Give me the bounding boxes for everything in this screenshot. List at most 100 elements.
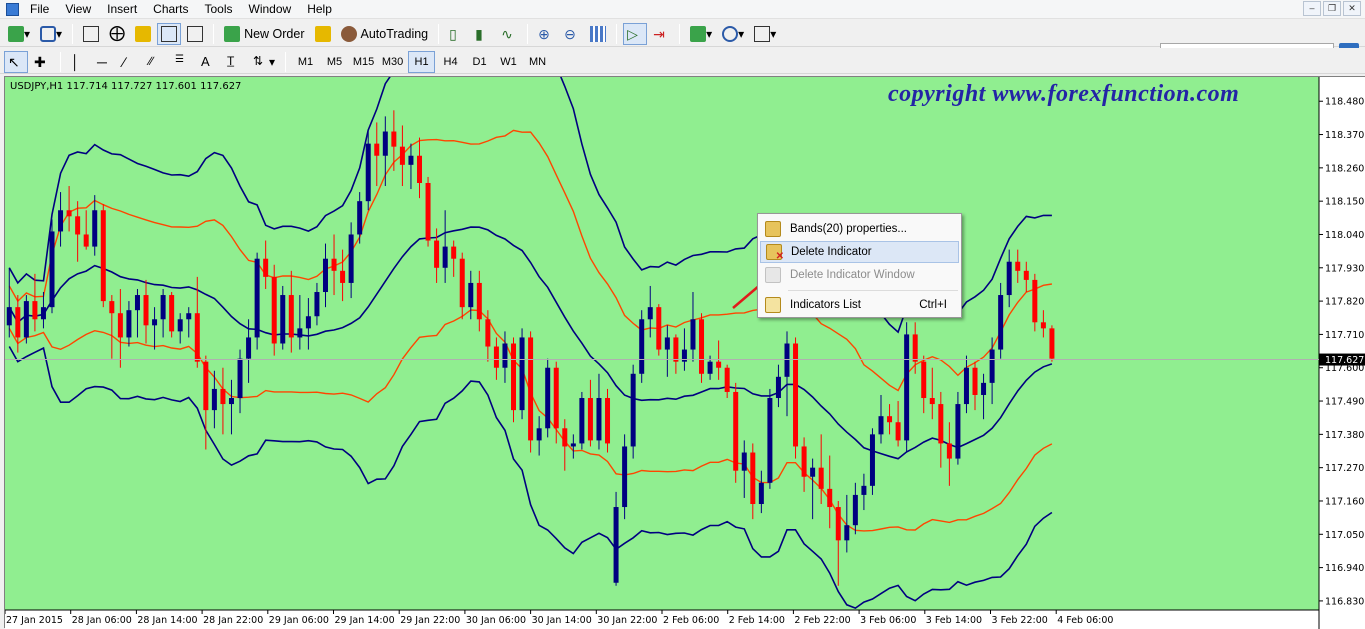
market-watch-button[interactable] <box>79 23 103 45</box>
menu-view[interactable]: View <box>57 0 99 19</box>
candle-body <box>40 307 46 320</box>
indicators-button[interactable]: ▾ <box>686 23 716 45</box>
templates-button[interactable]: ▾ <box>750 23 780 45</box>
candle-body <box>49 231 55 308</box>
candle-body <box>869 434 875 486</box>
menu-window[interactable]: Window <box>241 0 300 19</box>
candle-body <box>305 316 311 329</box>
profiles-button[interactable]: ▾ <box>36 23 66 45</box>
text-label-icon: T̲ <box>227 53 235 68</box>
delete-indicator-window-item: Delete Indicator Window <box>760 264 959 286</box>
menu-help[interactable]: Help <box>299 0 340 19</box>
new-order-button[interactable]: New Order <box>220 23 308 45</box>
delete-indicator-window-label: Delete Indicator Window <box>790 269 915 281</box>
indicator-context-menu: Bands(20) properties... ✕ Delete Indicat… <box>757 213 962 318</box>
candle-body <box>912 334 918 362</box>
metaeditor-button[interactable] <box>311 23 335 45</box>
chart-window[interactable]: 118.480 118.370 118.260 118.150 118.040 117.9… <box>4 76 1365 629</box>
candle-body <box>442 246 448 268</box>
cursor-button[interactable]: ↖ <box>4 50 28 73</box>
candle-body <box>416 155 422 183</box>
indicators-list-item[interactable]: Indicators List Ctrl+I <box>760 294 959 316</box>
zoom-in-button[interactable]: ⊕ <box>534 23 558 45</box>
toolbar-separator <box>616 23 618 44</box>
app-icon[interactable] <box>6 3 19 16</box>
terminal-button[interactable] <box>157 22 182 45</box>
crosshair-button[interactable]: ✚ <box>30 51 54 73</box>
candle-body <box>271 276 277 344</box>
trendline-button[interactable]: ∕ <box>119 51 143 73</box>
text-label-button[interactable]: T̲ <box>223 51 247 73</box>
menu-insert[interactable]: Insert <box>99 0 145 19</box>
tile-windows-icon <box>590 25 607 42</box>
timeframe-m30[interactable]: M30 <box>379 51 406 73</box>
candle-body <box>929 398 935 405</box>
time-tick-label: 2 Feb 22:00 <box>794 615 850 626</box>
strategy-tester-button[interactable] <box>183 23 207 45</box>
crosshair-icon: ⨁ <box>109 24 126 42</box>
candle-body <box>425 182 431 241</box>
timeframe-mn[interactable]: MN <box>524 51 551 73</box>
clock-icon <box>722 25 739 42</box>
candle-body <box>1032 279 1038 323</box>
candle-body <box>83 234 89 247</box>
toolbar-separator <box>60 51 61 72</box>
auto-scroll-button[interactable]: ▷ <box>623 22 648 45</box>
timeframe-w1[interactable]: W1 <box>495 51 522 73</box>
vertical-line-button[interactable]: │ <box>67 51 91 73</box>
time-tick-label: 3 Feb 14:00 <box>926 615 982 626</box>
restore-icon[interactable]: ❐ <box>1323 1 1341 16</box>
candle-body <box>288 295 294 338</box>
timeframe-h4[interactable]: H4 <box>437 51 464 73</box>
chart-shift-button[interactable]: ⇥ <box>649 23 673 45</box>
menu-charts[interactable]: Charts <box>145 0 196 19</box>
metaeditor-icon <box>314 25 331 42</box>
candle-body <box>639 319 645 374</box>
candle-body <box>32 301 38 320</box>
delete-indicator-item[interactable]: ✕ Delete Indicator <box>760 241 959 263</box>
candle-body <box>476 282 482 320</box>
arrows-button[interactable]: ⇅ ▾ <box>249 51 279 73</box>
timeframe-m5[interactable]: M5 <box>321 51 348 73</box>
text-button[interactable]: A <box>197 51 221 73</box>
timeframe-d1[interactable]: D1 <box>466 51 493 73</box>
line-chart-icon: ∿ <box>501 25 513 42</box>
candle-body <box>605 398 611 444</box>
menu-tools[interactable]: Tools <box>197 0 241 19</box>
zoom-in-icon: ⊕ <box>538 25 550 42</box>
autotrading-button[interactable]: AutoTrading <box>337 23 433 45</box>
candlestick-button[interactable]: ▮ <box>471 23 495 45</box>
bar-chart-icon: ▯ <box>449 25 457 42</box>
zoom-out-button[interactable]: ⊖ <box>560 23 584 45</box>
menu-file[interactable]: File <box>22 0 57 19</box>
timeframe-m1[interactable]: M1 <box>292 51 319 73</box>
toolbar-separator <box>527 23 529 44</box>
navigator-button[interactable] <box>131 23 155 45</box>
timeframe-m15[interactable]: M15 <box>350 51 377 73</box>
horizontal-line-button[interactable]: ─ <box>93 51 117 73</box>
fibonacci-button[interactable]: ☰ <box>171 51 195 73</box>
menu-separator <box>788 290 958 291</box>
candle-body <box>519 337 525 411</box>
candle-body <box>399 146 405 165</box>
close-icon[interactable]: ✕ <box>1343 1 1361 16</box>
time-tick-label: 2 Feb 14:00 <box>729 615 785 626</box>
channel-button[interactable]: ∕∕ <box>145 51 169 73</box>
candle-body <box>186 313 192 320</box>
candle-body <box>835 507 841 541</box>
candle-body <box>468 282 474 308</box>
candle-body <box>263 258 269 277</box>
periods-button[interactable]: ▾ <box>718 23 748 45</box>
time-tick-label: 29 Jan 06:00 <box>269 615 329 626</box>
price-chart[interactable]: 118.480 118.370 118.260 118.150 118.040 117.9… <box>5 77 1365 629</box>
data-window-button[interactable]: ⨁ <box>105 23 129 45</box>
candle-body <box>613 507 619 583</box>
bar-chart-button[interactable]: ▯ <box>445 23 469 45</box>
timeframe-h1[interactable]: H1 <box>408 50 436 73</box>
tile-windows-button[interactable] <box>586 23 610 45</box>
minimize-icon[interactable]: – <box>1303 1 1321 16</box>
line-chart-button[interactable]: ∿ <box>497 23 521 45</box>
bands-properties-item[interactable]: Bands(20) properties... <box>760 218 959 240</box>
new-chart-button[interactable]: ▾ <box>4 23 34 45</box>
price-tick-label: 118.370 <box>1325 130 1364 141</box>
